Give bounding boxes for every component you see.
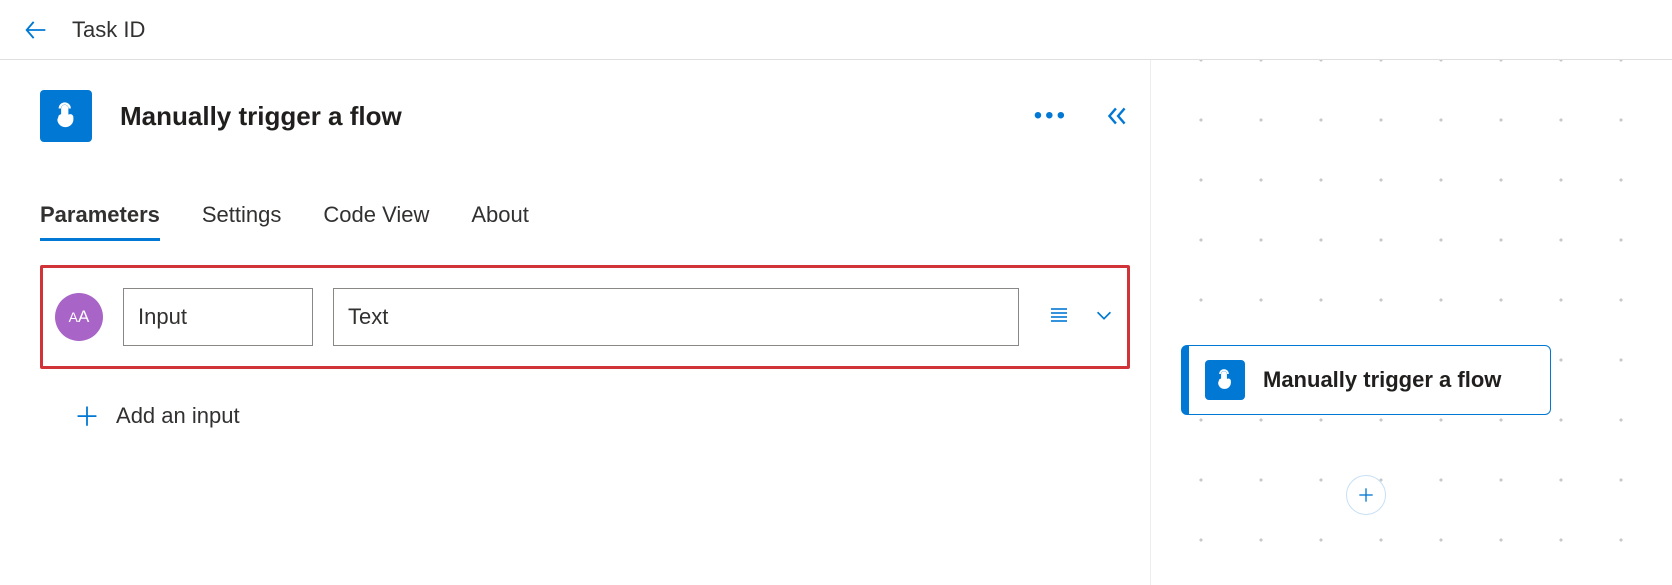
canvas-trigger-node[interactable]: Manually trigger a flow (1181, 345, 1551, 415)
plus-icon: ＋ (74, 397, 100, 434)
tab-code-view[interactable]: Code View (323, 202, 429, 241)
tab-about[interactable]: About (471, 202, 529, 241)
input-row-highlight: AA (40, 265, 1130, 369)
input-type-badge: AA (55, 293, 103, 341)
canvas-node-title: Manually trigger a flow (1263, 366, 1501, 395)
more-icon: ••• (1034, 111, 1068, 121)
flow-canvas[interactable]: Manually trigger a flow (1150, 60, 1672, 585)
plus-icon (1356, 485, 1376, 505)
add-step-button[interactable] (1346, 475, 1386, 515)
back-button[interactable] (20, 14, 52, 46)
chevron-double-left-icon (1104, 103, 1130, 129)
add-input-label: Add an input (116, 403, 240, 429)
trigger-icon-badge (40, 90, 92, 142)
header-actions: ••• (1034, 102, 1130, 130)
input-value-field[interactable] (333, 288, 1019, 346)
badge-large-a: A (78, 307, 89, 327)
arrow-left-icon (22, 16, 50, 44)
tab-settings[interactable]: Settings (202, 202, 282, 241)
touch-icon (1213, 368, 1237, 392)
row-menu-button[interactable] (1047, 303, 1071, 332)
more-button[interactable]: ••• (1034, 102, 1068, 130)
chevron-down-icon (1093, 304, 1115, 326)
input-name-field[interactable] (123, 288, 313, 346)
trigger-title: Manually trigger a flow (120, 101, 402, 132)
page-title: Task ID (72, 17, 145, 43)
node-icon-badge (1205, 360, 1245, 400)
input-row-actions (1047, 303, 1115, 332)
tab-parameters[interactable]: Parameters (40, 202, 160, 241)
list-icon (1047, 303, 1071, 327)
main: Manually trigger a flow ••• Parameters S… (0, 60, 1672, 585)
touch-icon (51, 101, 81, 131)
trigger-header: Manually trigger a flow ••• (40, 90, 1130, 142)
tabs: Parameters Settings Code View About (40, 202, 1130, 241)
badge-small-a: A (69, 309, 78, 325)
add-input-button[interactable]: ＋ Add an input (74, 397, 1130, 434)
details-panel: Manually trigger a flow ••• Parameters S… (0, 60, 1150, 585)
collapse-panel-button[interactable] (1104, 102, 1130, 130)
top-bar: Task ID (0, 0, 1672, 60)
row-expand-button[interactable] (1093, 304, 1115, 331)
